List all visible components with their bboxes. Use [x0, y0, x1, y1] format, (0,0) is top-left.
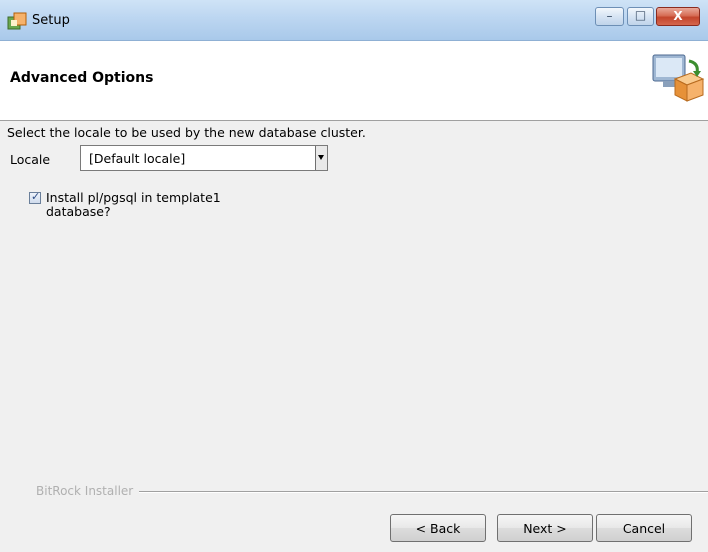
maximize-button[interactable]: □ — [627, 7, 654, 26]
back-button[interactable]: < Back — [390, 514, 486, 542]
close-button[interactable]: X — [656, 7, 700, 26]
close-icon: X — [673, 9, 683, 23]
title-bar[interactable]: Setup – □ X — [0, 0, 708, 41]
locale-dropdown[interactable]: [Default locale] — [80, 145, 328, 171]
install-plpgsql-checkbox[interactable]: ✓ — [29, 190, 41, 204]
setup-window: Setup – □ X Advanced Options Select the … — [0, 0, 708, 552]
installer-brand: BitRock Installer — [36, 484, 134, 498]
footer-divider — [139, 491, 708, 492]
maximize-icon: □ — [634, 8, 647, 22]
setup-app-icon — [7, 12, 27, 30]
cancel-button[interactable]: Cancel — [596, 514, 692, 542]
checkmark-icon: ✓ — [31, 190, 41, 203]
installer-package-icon — [652, 54, 705, 102]
next-button[interactable]: Next > — [497, 514, 593, 542]
wizard-content: Select the locale to be used by the new … — [0, 121, 708, 552]
locale-prompt: Select the locale to be used by the new … — [7, 125, 366, 140]
locale-selected-value: [Default locale] — [89, 151, 186, 166]
window-title: Setup — [32, 13, 70, 28]
locale-label: Locale — [10, 152, 51, 167]
wizard-header: Advanced Options — [0, 41, 708, 121]
page-title: Advanced Options — [10, 70, 154, 86]
minimize-icon: – — [606, 9, 613, 23]
dropdown-arrow-icon[interactable] — [315, 146, 327, 170]
minimize-button[interactable]: – — [595, 7, 624, 26]
install-plpgsql-label[interactable]: Install pl/pgsql in template1 database? — [46, 191, 246, 219]
